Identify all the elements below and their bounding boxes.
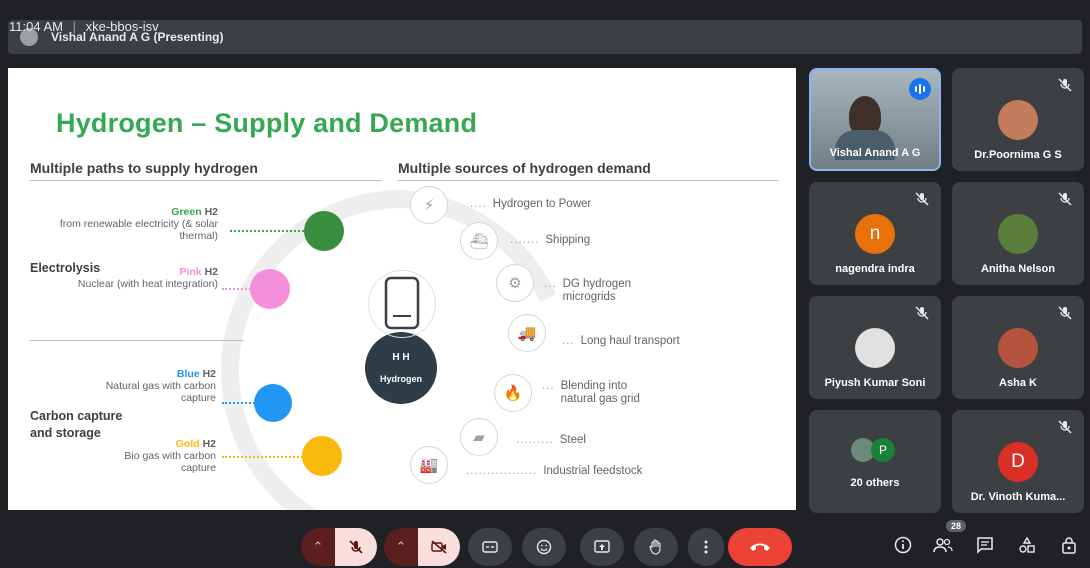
avatar: n [855,214,895,254]
participant-name: Anitha Nelson [981,263,1055,275]
factory-icon: 🏭 [410,446,448,484]
gold-connector [222,456,306,458]
meeting-code: xke-bbos-isv [85,19,159,34]
mic-off-icon [1058,78,1072,92]
demand-transport: ... Long haul transport [562,335,680,347]
participant-name: Piyush Kumar Soni [824,377,926,389]
demand-feedstock: ................. Industrial feedstock [466,465,643,477]
activities-button[interactable] [1016,534,1038,556]
mic-off-icon [1058,192,1072,206]
participant-tile-poornima[interactable]: Dr.Poornima G S [952,68,1084,171]
demand-power: .... Hydrogen to Power [470,198,592,210]
captions-button[interactable] [468,528,512,566]
raise-hand-button[interactable] [634,528,678,566]
battery-icon [368,270,436,338]
people-button[interactable] [932,534,954,556]
speaking-indicator-icon [909,78,931,100]
participant-name: Vishal Anand A G [829,147,921,159]
hydrogen-molecule-icon: H H [392,352,410,363]
avatar [998,214,1038,254]
end-call-button[interactable] [728,528,792,566]
supply-blue: Blue H2 Natural gas with carbon capture [105,368,216,404]
meeting-details-button[interactable] [892,534,914,556]
camera-toggle-button[interactable] [418,528,460,566]
present-screen-icon [594,540,610,553]
participant-tile-others[interactable]: P 20 others [809,410,941,513]
supply-gold: Gold H2 Bio gas with carbon capture [124,438,216,474]
shared-slide: Hydrogen – Supply and Demand Multiple pa… [8,68,796,510]
supply-pink: Pink H2 Nuclear (with heat integration) [77,266,218,290]
camera-options-button[interactable]: ⌃ [384,528,418,566]
group-divider [30,340,244,341]
presenting-bar: Vishal Anand A G (Presenting) [8,20,1082,54]
green-h2-dot [304,211,344,251]
hand-icon [649,539,661,555]
gold-h2-dot [302,436,342,476]
phone-hangup-icon [750,543,770,551]
avatar [998,328,1038,368]
participant-tile-anitha[interactable]: Anitha Nelson [952,182,1084,285]
participant-name: Asha K [999,377,1037,389]
others-avatar-stack: P [851,438,899,464]
demand-microgrids: ... DG hydrogen microgrids [544,278,631,303]
hydrogen-center-label: Hydrogen [379,374,422,384]
ship-icon: ⛴ [460,222,498,260]
avatar: P [871,438,895,462]
mic-off-icon [1058,420,1072,434]
participant-tile-nagendra[interactable]: n nagendra indra [809,182,941,285]
mic-off-icon [915,306,929,320]
green-connector [230,230,304,232]
pink-h2-dot [250,269,290,309]
participant-name: 20 others [850,477,900,489]
participant-tile-piyush[interactable]: Piyush Kumar Soni [809,296,941,399]
more-options-button[interactable] [688,528,724,566]
avatar-initial: D [1011,451,1025,472]
lock-person-icon [1062,537,1076,554]
demand-blending: ... Blending into natural gas grid [542,380,640,405]
camera-off-icon [431,540,447,554]
participant-name: nagendra indra [835,263,915,275]
reactions-button[interactable] [522,528,566,566]
more-vert-icon [704,540,708,554]
avatar [855,328,895,368]
blue-h2-dot [254,384,292,422]
mic-toggle-button[interactable] [335,528,377,566]
mic-off-icon [915,192,929,206]
participant-tile-asha[interactable]: Asha K [952,296,1084,399]
activities-icon [1019,536,1035,553]
captions-icon [482,541,498,553]
participant-tile-vishal[interactable]: Vishal Anand A G [809,68,941,171]
demand-shipping: ....... Shipping [510,234,591,246]
mic-options-button[interactable]: ⌃ [301,528,335,566]
emoji-icon [536,539,552,555]
supply-green: Green H2 from renewable electricity (& so… [59,206,218,242]
mic-off-icon [349,540,363,554]
steel-icon: ▰ [460,418,498,456]
host-controls-button[interactable] [1058,534,1080,556]
carbon-capture-label: Carbon capture and storage [30,409,123,440]
mic-off-icon [1058,306,1072,320]
info-separator: | [72,19,76,34]
people-icon [933,538,953,553]
info-icon [894,536,912,554]
demand-steel: ......... Steel [516,434,586,446]
avatar-initial: P [878,443,887,457]
avatar-initial: n [869,223,881,244]
generator-icon: ⚙ [496,264,534,302]
truck-icon: 🚚 [508,314,546,352]
people-count-badge: 28 [946,520,967,532]
participant-tile-vinoth[interactable]: D Dr. Vinoth Kuma... [952,410,1084,513]
flame-icon: 🔥 [494,374,532,412]
participant-name: Dr.Poornima G S [974,149,1062,161]
clock-time: 11:04 AM [9,19,63,34]
avatar [998,100,1038,140]
meeting-info: 11:04 AM | xke-bbos-isv [9,19,159,34]
chat-icon [977,537,993,554]
participant-name: Dr. Vinoth Kuma... [970,491,1066,503]
chat-button[interactable] [974,534,996,556]
power-icon: ⚡ [410,186,448,224]
present-screen-button[interactable] [580,528,624,566]
avatar: D [998,442,1038,482]
blue-connector [222,402,258,404]
